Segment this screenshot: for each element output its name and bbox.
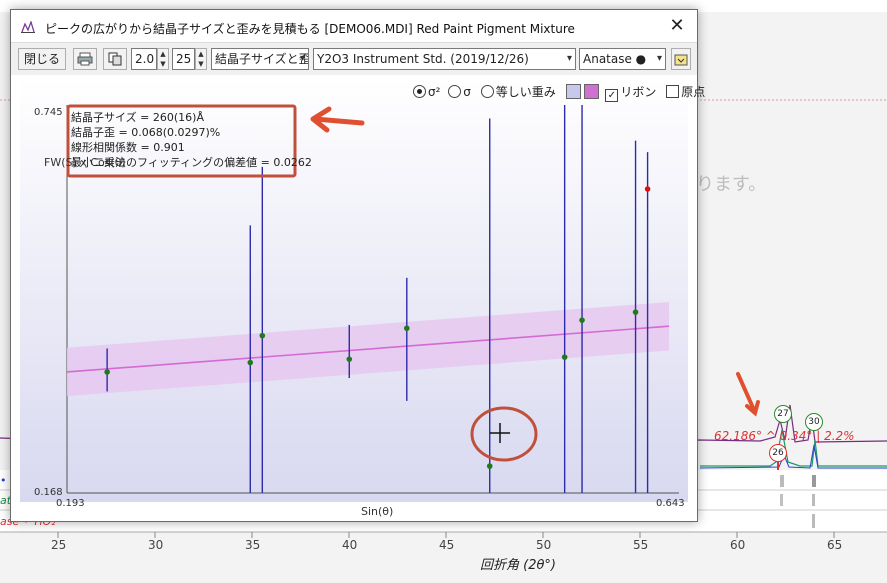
checkbox-label: リボン [620,85,657,99]
checkbox-label: 原点 [681,85,706,99]
data-point[interactable] [579,317,585,323]
peak-annotation: 62.186° ^ 0.34° | 2.2% [714,429,855,443]
title-bar[interactable]: ピークの広がりから結晶子サイズと歪みを見積もる [DEMO06.MDI] Red… [11,10,697,42]
radio-label: σ [463,85,471,99]
crystallite-strain: 結晶子歪 = 0.068(0.0297)% [71,126,221,139]
data-point[interactable] [104,369,110,375]
printer-icon[interactable] [73,48,97,70]
correlation-coefficient: 線形相関係数 = 0.901 [71,141,185,154]
x-max-label: 0.643 [656,498,685,509]
instrument-select-value: Y2O3 Instrument Std. (2019/12/26) [317,52,529,66]
size-strain-dialog: ピークの広がりから結晶子サイズと歪みを見積もる [DEMO06.MDI] Red… [10,9,705,522]
crystallite-size: 結晶子サイズ = 260(16)Å [71,111,204,124]
data-point[interactable] [632,309,639,315]
fit-statistics: 結晶子サイズ = 260(16)Å 結晶子歪 = 0.068(0.0297)% … [71,110,312,170]
toolbar: 閉じる 2.0 ▲ ▼ 25 ▲ ▼ 結晶子サイズと歪 ▾ Y2O3 Instrum… [11,42,697,76]
x-tick-label: 50 [536,538,552,552]
copy-icon[interactable] [103,48,127,70]
radio-label: 等しい重み [495,85,556,99]
ribbon-checkbox[interactable]: ✓ [605,89,619,102]
chevron-down-icon: ▾ [299,53,305,64]
origin-checkbox[interactable] [666,85,680,98]
peak-label[interactable]: 26 [769,444,787,462]
x-axis-label: Sin(θ) [361,505,394,518]
count-spinner[interactable]: ▲ ▼ [195,48,207,70]
phase-select[interactable]: Anatase ● ▾ [579,48,666,70]
close-button[interactable]: 閉じる [18,48,66,70]
peak-label[interactable]: 27 [774,405,792,423]
phase-select-value: Anatase ● [583,52,647,66]
data-point[interactable] [486,463,493,469]
step-spinner[interactable]: ▲ ▼ [157,48,169,70]
x-tick-label: 35 [245,538,261,552]
data-point[interactable] [561,354,568,360]
data-point[interactable] [247,359,254,366]
x-tick-label: 55 [633,538,649,552]
app-icon [21,21,35,33]
instrument-select[interactable]: Y2O3 Instrument Std. (2019/12/26) ▾ [313,48,576,70]
step-value-field[interactable]: 2.0 [131,48,157,70]
chevron-down-icon: ▾ [656,53,662,64]
export-icon[interactable] [671,48,691,70]
weighting-options: σ² σ 等しい重み ✓ リボン 原点 [413,83,706,102]
radio-sigma-squared[interactable] [413,85,426,98]
radio-label: σ² [428,85,441,99]
data-point[interactable] [346,356,353,362]
x-min-label: 0.193 [56,498,85,509]
radio-equal-weight[interactable] [480,85,494,98]
ribbon-color-swatch[interactable] [565,84,581,99]
close-icon[interactable]: ✕ [665,15,689,37]
x-tick-label: 25 [51,538,67,552]
mode-select-value: 結晶子サイズと歪 [215,52,309,66]
radio-sigma[interactable] [448,85,462,98]
y-max-label: 0.745 [34,107,63,118]
background-message: ります。 [696,174,767,195]
x-tick-label: 65 [827,538,843,552]
count-value-field[interactable]: 25 [172,48,195,70]
outlier-point[interactable] [644,186,651,192]
x-tick-label: 60 [730,538,746,552]
y-min-label: 0.168 [34,487,63,498]
peak-label[interactable]: 30 [805,413,823,431]
data-point[interactable] [403,325,410,332]
data-point[interactable] [259,332,266,339]
x-tick-label: 40 [342,538,358,552]
line-color-swatch[interactable] [583,84,599,99]
plot-area: FW(S) x Cos(θ) 0.745 0.168 0.193 0.643 S… [11,75,705,521]
fit-deviation: 最小二乗法のフィッティングの偏差値 = 0.0262 [71,156,312,169]
x-axis-label: 回折角 (2θ°) [480,558,557,573]
x-tick-label: 30 [148,538,164,552]
mode-select[interactable]: 結晶子サイズと歪 ▾ [211,48,309,70]
chevron-down-icon: ▾ [566,53,572,64]
x-tick-label: 45 [439,538,455,552]
window-title: ピークの広がりから結晶子サイズと歪みを見積もる [DEMO06.MDI] Red… [45,22,575,36]
